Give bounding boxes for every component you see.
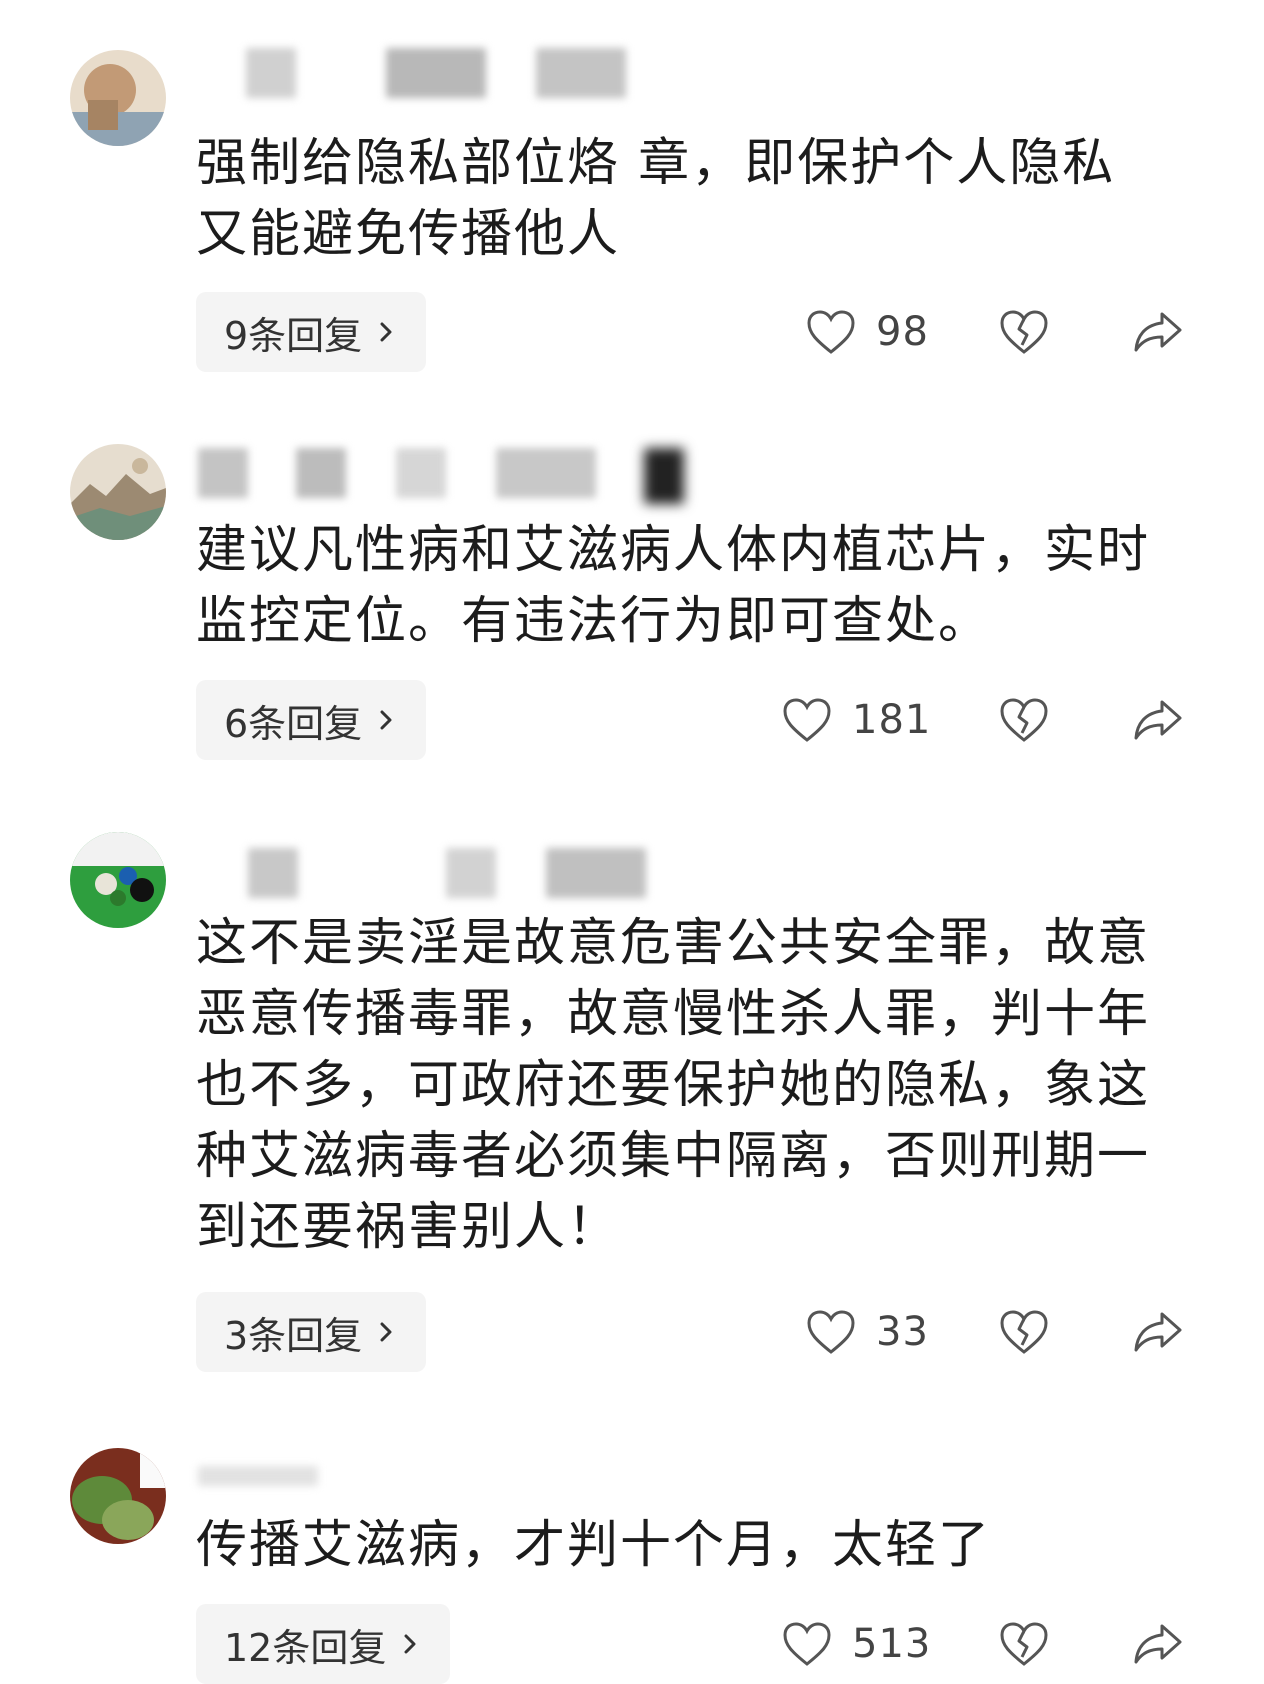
broken-heart-icon [999, 1309, 1049, 1355]
dislike-button[interactable] [994, 690, 1054, 750]
reply-count-label: 9条回复 [224, 313, 363, 358]
dislike-button[interactable] [994, 1302, 1054, 1362]
username-redacted[interactable] [196, 848, 716, 898]
share-arrow-icon [1132, 310, 1184, 354]
like-count: 98 [876, 309, 929, 355]
share-button[interactable] [1128, 302, 1188, 362]
comment-text: 强制给隐私部位烙 章，即保护个人隐私又能避免传播他人 [196, 134, 1116, 264]
heart-outline-icon [782, 697, 832, 743]
heart-outline-icon [806, 1309, 856, 1355]
like-count: 181 [852, 697, 932, 743]
avatar[interactable] [70, 50, 166, 146]
view-replies-button[interactable]: 9条回复 [196, 292, 427, 372]
share-button[interactable] [1128, 690, 1188, 750]
comment-text: 传播艾滋病，才判十个月，太轻了 [196, 1516, 992, 1575]
username-redacted[interactable] [196, 448, 716, 504]
comment-text: 建议凡性病和艾滋病人体内植芯片，实时监控定位。有违法行为即可查处。 [196, 521, 1151, 651]
comment-actions: 6条回复 181 [0, 680, 1264, 760]
view-replies-button[interactable]: 3条回复 [196, 1292, 427, 1372]
like-button[interactable]: 98 [806, 292, 929, 372]
share-button[interactable] [1128, 1614, 1188, 1674]
username-redacted[interactable] [196, 48, 716, 98]
share-arrow-icon [1132, 1310, 1184, 1354]
comment-actions: 12条回复 513 [0, 1604, 1264, 1684]
view-replies-button[interactable]: 6条回复 [196, 680, 427, 760]
broken-heart-icon [999, 1621, 1049, 1667]
broken-heart-icon [999, 309, 1049, 355]
like-button[interactable]: 33 [806, 1292, 929, 1372]
comment-actions: 9条回复 98 [0, 292, 1264, 372]
avatar[interactable] [70, 1448, 166, 1544]
heart-outline-icon [782, 1621, 832, 1667]
chevron-right-icon [376, 1322, 396, 1342]
heart-outline-icon [806, 309, 856, 355]
reply-count-label: 3条回复 [224, 1313, 363, 1358]
comment-actions: 3条回复 33 [0, 1292, 1264, 1372]
comment-text: 这不是卖淫是故意危害公共安全罪，故意恶意传播毒罪，故意慢性杀人罪，判十年也不多，… [196, 914, 1151, 1257]
chevron-right-icon [376, 322, 396, 342]
view-replies-button[interactable]: 12条回复 [196, 1604, 451, 1684]
avatar[interactable] [70, 832, 166, 928]
chevron-right-icon [376, 710, 396, 730]
chevron-right-icon [400, 1634, 420, 1654]
username-redacted[interactable] [196, 1466, 716, 1516]
dislike-button[interactable] [994, 302, 1054, 362]
share-button[interactable] [1128, 1302, 1188, 1362]
reply-count-label: 12条回复 [224, 1625, 387, 1670]
dislike-button[interactable] [994, 1614, 1054, 1674]
like-button[interactable]: 513 [782, 1604, 931, 1684]
like-count: 513 [852, 1621, 932, 1667]
share-arrow-icon [1132, 1622, 1184, 1666]
avatar[interactable] [70, 444, 166, 540]
like-button[interactable]: 181 [782, 680, 931, 760]
broken-heart-icon [999, 697, 1049, 743]
like-count: 33 [876, 1309, 929, 1355]
share-arrow-icon [1132, 698, 1184, 742]
reply-count-label: 6条回复 [224, 701, 363, 746]
